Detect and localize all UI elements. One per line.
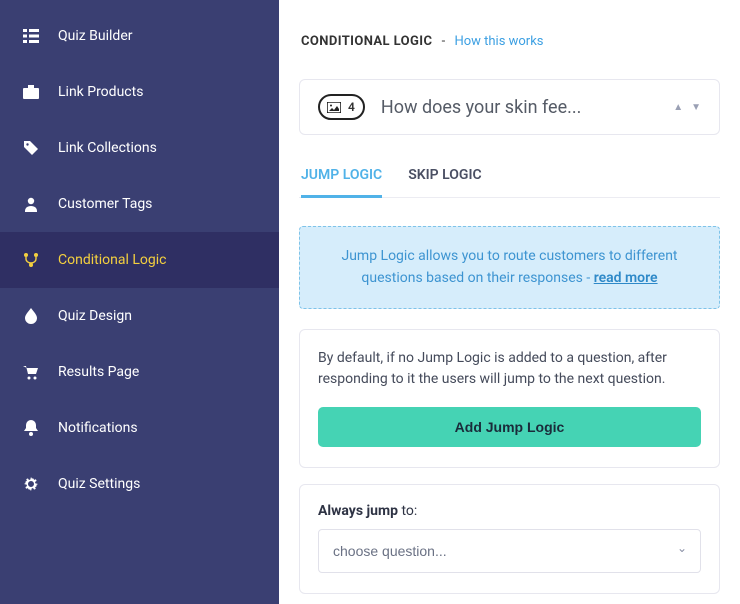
list-icon [22, 29, 40, 43]
question-number: 4 [348, 100, 355, 114]
sidebar-item-link-products[interactable]: Link Products [0, 64, 279, 120]
tab-skip-logic[interactable]: SKIP LOGIC [408, 161, 481, 198]
default-behavior-text: By default, if no Jump Logic is added to… [318, 348, 701, 391]
sidebar-item-label: Quiz Design [58, 308, 132, 324]
question-selector[interactable]: 4 How does your skin fee... ▲ ▼ [299, 79, 720, 135]
sidebar-item-quiz-builder[interactable]: Quiz Builder [0, 8, 279, 64]
sidebar-item-label: Notifications [58, 420, 138, 436]
person-icon [22, 196, 40, 212]
title-separator: - [442, 34, 446, 49]
page-header: CONDITIONAL LOGIC - How this works [299, 34, 720, 49]
sidebar-item-quiz-design[interactable]: Quiz Design [0, 288, 279, 344]
page-title: CONDITIONAL LOGIC [301, 34, 432, 49]
briefcase-icon [22, 85, 40, 99]
gear-icon [22, 476, 40, 492]
jump-logic-info: Jump Logic allows you to route customers… [299, 226, 720, 309]
add-jump-logic-button[interactable]: Add Jump Logic [318, 407, 701, 447]
branch-icon [22, 252, 40, 268]
question-reorder: ▲ ▼ [673, 102, 701, 113]
sidebar: Quiz Builder Link Products Link Collecti… [0, 0, 279, 604]
always-jump-label: Always jump to: [318, 503, 701, 519]
read-more-link[interactable]: read more [594, 270, 658, 286]
caret-up-icon[interactable]: ▲ [673, 102, 683, 113]
sidebar-item-customer-tags[interactable]: Customer Tags [0, 176, 279, 232]
how-this-works-link[interactable]: How this works [454, 34, 543, 49]
question-number-badge: 4 [318, 94, 365, 120]
sidebar-item-label: Quiz Settings [58, 476, 140, 492]
sidebar-item-label: Quiz Builder [58, 28, 132, 44]
sidebar-item-notifications[interactable]: Notifications [0, 400, 279, 456]
sidebar-item-link-collections[interactable]: Link Collections [0, 120, 279, 176]
tab-jump-logic[interactable]: JUMP LOGIC [301, 161, 382, 198]
always-jump-select[interactable]: choose question... [318, 529, 701, 573]
image-icon [327, 102, 341, 113]
sidebar-item-label: Results Page [58, 364, 139, 380]
caret-down-icon[interactable]: ▼ [691, 102, 701, 113]
sidebar-item-label: Link Collections [58, 140, 157, 156]
tag-icon [22, 140, 40, 156]
sidebar-item-results-page[interactable]: Results Page [0, 344, 279, 400]
drop-icon [22, 308, 40, 324]
question-text: How does your skin fee... [381, 97, 657, 118]
sidebar-item-label: Conditional Logic [58, 252, 166, 268]
always-jump-card: Always jump to: choose question... ⌄ [299, 484, 720, 594]
sidebar-item-label: Link Products [58, 84, 143, 100]
main-panel: CONDITIONAL LOGIC - How this works 4 How… [279, 0, 740, 604]
bell-icon [22, 420, 40, 436]
sidebar-item-conditional-logic[interactable]: Conditional Logic [0, 232, 279, 288]
sidebar-item-label: Customer Tags [58, 196, 152, 212]
app-root: Quiz Builder Link Products Link Collecti… [0, 0, 740, 604]
sidebar-item-quiz-settings[interactable]: Quiz Settings [0, 456, 279, 512]
cart-icon [22, 365, 40, 380]
logic-tabs: JUMP LOGIC SKIP LOGIC [299, 161, 720, 198]
default-behavior-card: By default, if no Jump Logic is added to… [299, 329, 720, 468]
always-jump-select-wrap: choose question... ⌄ [318, 529, 701, 573]
